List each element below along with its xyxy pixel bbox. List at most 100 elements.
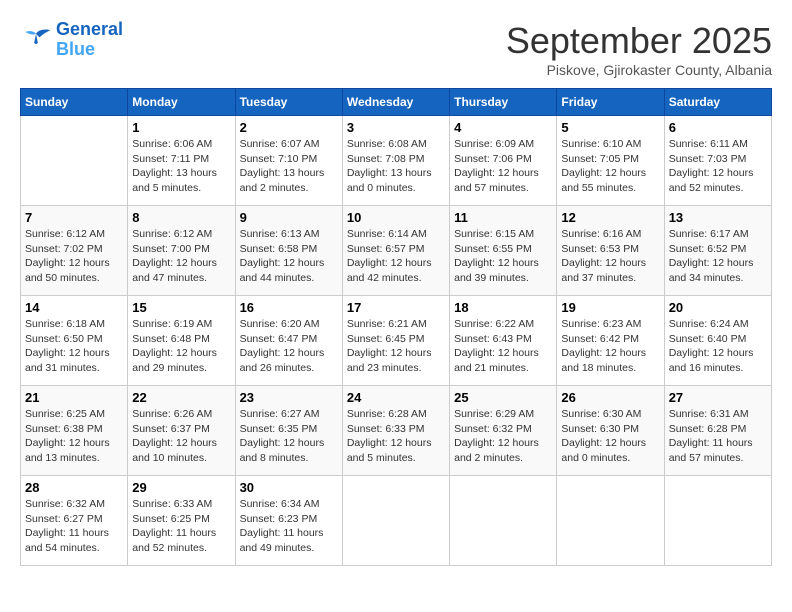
- day-info: Sunrise: 6:30 AM Sunset: 6:30 PM Dayligh…: [561, 407, 659, 466]
- day-info: Sunrise: 6:28 AM Sunset: 6:33 PM Dayligh…: [347, 407, 445, 466]
- calendar-cell: 10Sunrise: 6:14 AM Sunset: 6:57 PM Dayli…: [342, 206, 449, 296]
- calendar-table: SundayMondayTuesdayWednesdayThursdayFrid…: [20, 88, 772, 566]
- header-row: SundayMondayTuesdayWednesdayThursdayFrid…: [21, 89, 772, 116]
- day-number: 1: [132, 120, 230, 135]
- day-info: Sunrise: 6:06 AM Sunset: 7:11 PM Dayligh…: [132, 137, 230, 196]
- calendar-week-2: 7Sunrise: 6:12 AM Sunset: 7:02 PM Daylig…: [21, 206, 772, 296]
- calendar-cell: 25Sunrise: 6:29 AM Sunset: 6:32 PM Dayli…: [450, 386, 557, 476]
- day-info: Sunrise: 6:11 AM Sunset: 7:03 PM Dayligh…: [669, 137, 767, 196]
- day-info: Sunrise: 6:22 AM Sunset: 6:43 PM Dayligh…: [454, 317, 552, 376]
- calendar-cell: 4 Sunrise: 6:09 AM Sunset: 7:06 PM Daylig…: [450, 116, 557, 206]
- calendar-cell: 18 Sunrise: 6:22 AM Sunset: 6:43 PM Dayli…: [450, 296, 557, 386]
- day-number: 13: [669, 210, 767, 225]
- day-info: Sunrise: 6:15 AM Sunset: 6:55 PM Dayligh…: [454, 227, 552, 286]
- day-info: Sunrise: 6:25 AM Sunset: 6:38 PM Dayligh…: [25, 407, 123, 466]
- day-number: 18: [454, 300, 552, 315]
- day-number: 10: [347, 210, 445, 225]
- day-number: 12: [561, 210, 659, 225]
- day-header-saturday: Saturday: [664, 89, 771, 116]
- logo: GeneralBlue: [20, 20, 123, 60]
- day-info: Sunrise: 6:21 AM Sunset: 6:45 PM Dayligh…: [347, 317, 445, 376]
- day-info: Sunrise: 6:23 AM Sunset: 6:42 PM Dayligh…: [561, 317, 659, 376]
- calendar-cell: 28 Sunrise: 6:32 AM Sunset: 6:27 PM Dayli…: [21, 476, 128, 566]
- day-number: 2: [240, 120, 338, 135]
- day-number: 27: [669, 390, 767, 405]
- day-info: Sunrise: 6:20 AM Sunset: 6:47 PM Dayligh…: [240, 317, 338, 376]
- day-info: Sunrise: 6:27 AM Sunset: 6:35 PM Dayligh…: [240, 407, 338, 466]
- calendar-cell: 2 Sunrise: 6:07 AM Sunset: 7:10 PM Daylig…: [235, 116, 342, 206]
- day-info: Sunrise: 6:26 AM Sunset: 6:37 PM Dayligh…: [132, 407, 230, 466]
- calendar-cell: 12 Sunrise: 6:16 AM Sunset: 6:53 PM Dayli…: [557, 206, 664, 296]
- day-number: 20: [669, 300, 767, 315]
- logo-text: GeneralBlue: [56, 20, 123, 60]
- day-number: 30: [240, 480, 338, 495]
- day-info: Sunrise: 6:31 AM Sunset: 6:28 PM Dayligh…: [669, 407, 767, 466]
- calendar-cell: 7Sunrise: 6:12 AM Sunset: 7:02 PM Daylig…: [21, 206, 128, 296]
- calendar-cell: 24 Sunrise: 6:28 AM Sunset: 6:33 PM Dayli…: [342, 386, 449, 476]
- day-number: 15: [132, 300, 230, 315]
- day-number: 26: [561, 390, 659, 405]
- calendar-cell: 14 Sunrise: 6:18 AM Sunset: 6:50 PM Dayli…: [21, 296, 128, 386]
- location-subtitle: Piskove, Gjirokaster County, Albania: [506, 62, 772, 78]
- day-header-friday: Friday: [557, 89, 664, 116]
- calendar-week-1: 1 Sunrise: 6:06 AM Sunset: 7:11 PM Daylig…: [21, 116, 772, 206]
- calendar-cell: 21 Sunrise: 6:25 AM Sunset: 6:38 PM Dayli…: [21, 386, 128, 476]
- day-number: 14: [25, 300, 123, 315]
- day-number: 6: [669, 120, 767, 135]
- day-header-monday: Monday: [128, 89, 235, 116]
- calendar-cell: [557, 476, 664, 566]
- day-number: 28: [25, 480, 123, 495]
- calendar-week-3: 14 Sunrise: 6:18 AM Sunset: 6:50 PM Dayli…: [21, 296, 772, 386]
- month-title: September 2025: [506, 20, 772, 62]
- day-number: 11: [454, 210, 552, 225]
- day-info: Sunrise: 6:32 AM Sunset: 6:27 PM Dayligh…: [25, 497, 123, 556]
- calendar-cell: 23Sunrise: 6:27 AM Sunset: 6:35 PM Dayli…: [235, 386, 342, 476]
- calendar-cell: 20 Sunrise: 6:24 AM Sunset: 6:40 PM Dayli…: [664, 296, 771, 386]
- calendar-cell: 26 Sunrise: 6:30 AM Sunset: 6:30 PM Dayli…: [557, 386, 664, 476]
- day-header-tuesday: Tuesday: [235, 89, 342, 116]
- day-info: Sunrise: 6:17 AM Sunset: 6:52 PM Dayligh…: [669, 227, 767, 286]
- day-info: Sunrise: 6:24 AM Sunset: 6:40 PM Dayligh…: [669, 317, 767, 376]
- calendar-cell: [342, 476, 449, 566]
- day-info: Sunrise: 6:33 AM Sunset: 6:25 PM Dayligh…: [132, 497, 230, 556]
- day-number: 22: [132, 390, 230, 405]
- day-info: Sunrise: 6:09 AM Sunset: 7:06 PM Dayligh…: [454, 137, 552, 196]
- calendar-cell: [450, 476, 557, 566]
- day-info: Sunrise: 6:19 AM Sunset: 6:48 PM Dayligh…: [132, 317, 230, 376]
- logo-icon: [20, 26, 52, 54]
- day-number: 16: [240, 300, 338, 315]
- calendar-cell: 17Sunrise: 6:21 AM Sunset: 6:45 PM Dayli…: [342, 296, 449, 386]
- day-info: Sunrise: 6:12 AM Sunset: 7:00 PM Dayligh…: [132, 227, 230, 286]
- day-info: Sunrise: 6:16 AM Sunset: 6:53 PM Dayligh…: [561, 227, 659, 286]
- calendar-cell: 15 Sunrise: 6:19 AM Sunset: 6:48 PM Dayli…: [128, 296, 235, 386]
- page-header: GeneralBlue September 2025 Piskove, Gjir…: [20, 20, 772, 78]
- calendar-cell: 13 Sunrise: 6:17 AM Sunset: 6:52 PM Dayli…: [664, 206, 771, 296]
- calendar-cell: 1 Sunrise: 6:06 AM Sunset: 7:11 PM Daylig…: [128, 116, 235, 206]
- day-info: Sunrise: 6:29 AM Sunset: 6:32 PM Dayligh…: [454, 407, 552, 466]
- calendar-cell: 9Sunrise: 6:13 AM Sunset: 6:58 PM Daylig…: [235, 206, 342, 296]
- calendar-cell: 22 Sunrise: 6:26 AM Sunset: 6:37 PM Dayli…: [128, 386, 235, 476]
- calendar-week-5: 28 Sunrise: 6:32 AM Sunset: 6:27 PM Dayli…: [21, 476, 772, 566]
- calendar-cell: 11 Sunrise: 6:15 AM Sunset: 6:55 PM Dayli…: [450, 206, 557, 296]
- calendar-week-4: 21 Sunrise: 6:25 AM Sunset: 6:38 PM Dayli…: [21, 386, 772, 476]
- day-number: 5: [561, 120, 659, 135]
- day-number: 21: [25, 390, 123, 405]
- calendar-cell: 5Sunrise: 6:10 AM Sunset: 7:05 PM Daylig…: [557, 116, 664, 206]
- day-info: Sunrise: 6:08 AM Sunset: 7:08 PM Dayligh…: [347, 137, 445, 196]
- day-header-sunday: Sunday: [21, 89, 128, 116]
- calendar-cell: 6 Sunrise: 6:11 AM Sunset: 7:03 PM Daylig…: [664, 116, 771, 206]
- calendar-cell: 3Sunrise: 6:08 AM Sunset: 7:08 PM Daylig…: [342, 116, 449, 206]
- title-block: September 2025 Piskove, Gjirokaster Coun…: [506, 20, 772, 78]
- day-info: Sunrise: 6:34 AM Sunset: 6:23 PM Dayligh…: [240, 497, 338, 556]
- day-number: 4: [454, 120, 552, 135]
- calendar-cell: 30 Sunrise: 6:34 AM Sunset: 6:23 PM Dayli…: [235, 476, 342, 566]
- day-number: 24: [347, 390, 445, 405]
- calendar-cell: 27 Sunrise: 6:31 AM Sunset: 6:28 PM Dayli…: [664, 386, 771, 476]
- day-info: Sunrise: 6:18 AM Sunset: 6:50 PM Dayligh…: [25, 317, 123, 376]
- day-info: Sunrise: 6:13 AM Sunset: 6:58 PM Dayligh…: [240, 227, 338, 286]
- day-number: 19: [561, 300, 659, 315]
- day-number: 7: [25, 210, 123, 225]
- day-header-thursday: Thursday: [450, 89, 557, 116]
- day-info: Sunrise: 6:07 AM Sunset: 7:10 PM Dayligh…: [240, 137, 338, 196]
- day-number: 8: [132, 210, 230, 225]
